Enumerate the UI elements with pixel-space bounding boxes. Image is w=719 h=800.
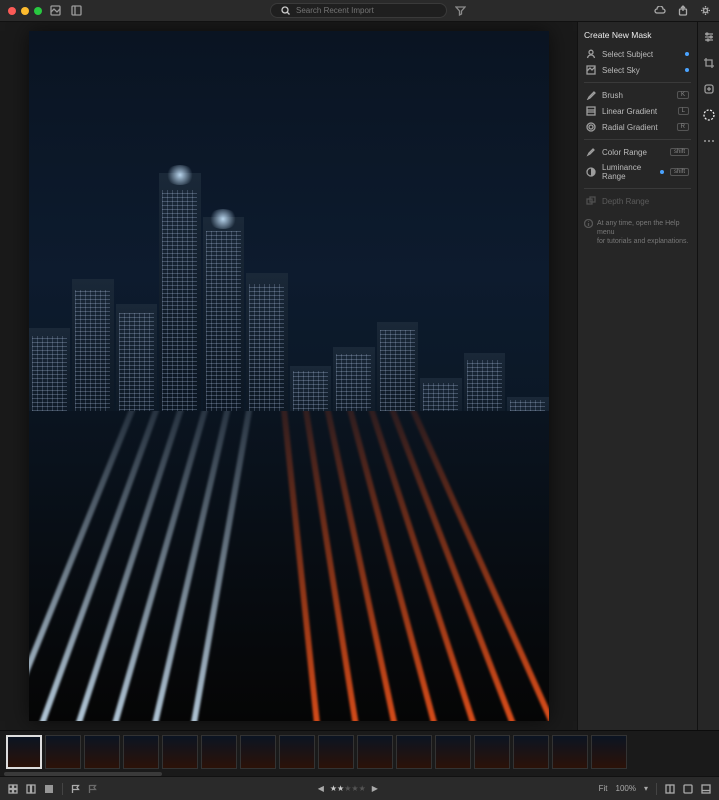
depth-icon xyxy=(586,196,596,206)
search-input[interactable] xyxy=(296,6,436,15)
info-toggle-icon[interactable] xyxy=(683,784,693,794)
shortcut-badge: shift xyxy=(670,168,689,176)
filmstrip-thumb[interactable] xyxy=(318,735,354,769)
compare-view-icon[interactable] xyxy=(26,784,36,794)
mask-tool-radial-gradient[interactable]: Radial Gradient R xyxy=(584,119,691,135)
panel-toggle-icon[interactable] xyxy=(71,5,82,16)
filmstrip-thumb[interactable] xyxy=(279,735,315,769)
filmstrip-thumb[interactable] xyxy=(357,735,393,769)
mask-tool-label: Luminance Range xyxy=(602,163,654,181)
next-icon[interactable]: ▶ xyxy=(372,784,378,793)
mask-tool-label: Linear Gradient xyxy=(602,107,672,116)
search-box[interactable] xyxy=(270,3,447,18)
mask-tool-person[interactable]: Select Subject xyxy=(584,46,691,62)
filmstrip-thumb[interactable] xyxy=(162,735,198,769)
funnel-icon[interactable] xyxy=(455,5,466,16)
shortcut-badge: R xyxy=(677,123,689,131)
filmstrip-thumb[interactable] xyxy=(123,735,159,769)
mask-tool-linear-gradient[interactable]: Linear Gradient L xyxy=(584,103,691,119)
info-icon xyxy=(584,219,593,246)
star-icon[interactable]: ★ xyxy=(351,784,358,793)
filmstrip-toggle-icon[interactable] xyxy=(701,784,711,794)
mask-tool-luminance[interactable]: Luminance Range shift xyxy=(584,160,691,184)
divider xyxy=(656,783,657,795)
filmstrip-thumb[interactable] xyxy=(552,735,588,769)
mask-tool-eyedropper[interactable]: Color Range shift xyxy=(584,144,691,160)
edit-icon[interactable] xyxy=(702,30,716,44)
shortcut-badge: L xyxy=(678,107,689,115)
mask-tool-depth: Depth Range xyxy=(584,193,691,209)
divider xyxy=(62,783,63,795)
prev-icon[interactable]: ◀ xyxy=(318,784,324,793)
original-toggle-icon[interactable] xyxy=(665,784,675,794)
person-icon xyxy=(586,49,596,59)
mask-tool-label: Brush xyxy=(602,91,671,100)
mask-tool-sky[interactable]: Select Sky xyxy=(584,62,691,78)
minimize-window-button[interactable] xyxy=(21,7,29,15)
maximize-window-button[interactable] xyxy=(34,7,42,15)
close-window-button[interactable] xyxy=(8,7,16,15)
filmstrip-thumb[interactable] xyxy=(396,735,432,769)
share-icon[interactable] xyxy=(678,5,688,16)
flag-reject-icon[interactable] xyxy=(88,784,97,794)
hint-line: for tutorials and explanations. xyxy=(597,237,691,246)
star-icon[interactable]: ★ xyxy=(359,784,366,793)
chevron-down-icon[interactable]: ▾ xyxy=(644,784,648,793)
cloud-icon[interactable] xyxy=(654,6,666,16)
photo-preview xyxy=(29,31,549,721)
filmstrip-thumb[interactable] xyxy=(45,735,81,769)
zoom-label[interactable]: 100% xyxy=(616,784,636,793)
star-icon[interactable]: ★ xyxy=(330,784,337,793)
mask-tool-label: Radial Gradient xyxy=(602,123,671,132)
mask-tool-label: Depth Range xyxy=(602,197,689,206)
filmstrip-thumb[interactable] xyxy=(201,735,237,769)
filmstrip-thumb[interactable] xyxy=(6,735,42,769)
shortcut-badge: K xyxy=(677,91,689,99)
fit-label[interactable]: Fit xyxy=(599,784,608,793)
filmstrip-thumb[interactable] xyxy=(84,735,120,769)
filmstrip-thumb[interactable] xyxy=(474,735,510,769)
brush-icon xyxy=(586,90,596,100)
window-controls xyxy=(8,7,42,15)
canvas-area[interactable] xyxy=(0,22,577,730)
star-rating[interactable]: ★★★★★ xyxy=(330,784,366,793)
search-icon xyxy=(281,6,290,15)
mask-tool-label: Select Subject xyxy=(602,50,679,59)
right-toolstrip xyxy=(697,22,719,730)
mask-tool-brush[interactable]: Brush K xyxy=(584,87,691,103)
detail-view-icon[interactable] xyxy=(44,784,54,794)
mask-icon[interactable] xyxy=(702,108,716,122)
flag-pick-icon[interactable] xyxy=(71,784,80,794)
grid-view-icon[interactable] xyxy=(8,784,18,794)
photos-view-icon[interactable] xyxy=(50,5,61,16)
more-icon[interactable] xyxy=(702,134,716,148)
filmstrip-thumb[interactable] xyxy=(435,735,471,769)
mask-panel: Create New Mask Select Subject Select Sky… xyxy=(577,22,697,730)
luminance-icon xyxy=(586,167,596,177)
bottombar: ◀ ★★★★★ ▶ Fit 100% ▾ xyxy=(0,776,719,800)
filmstrip-thumb[interactable] xyxy=(591,735,627,769)
shortcut-badge: shift xyxy=(670,148,689,156)
new-dot-icon xyxy=(660,170,664,174)
mask-tool-label: Color Range xyxy=(602,148,664,157)
filmstrip-thumb[interactable] xyxy=(240,735,276,769)
filmstrip[interactable] xyxy=(0,730,719,772)
radial-gradient-icon xyxy=(586,122,596,132)
mask-panel-title: Create New Mask xyxy=(584,30,691,40)
linear-gradient-icon xyxy=(586,106,596,116)
topbar xyxy=(0,0,719,22)
sky-icon xyxy=(586,65,596,75)
gear-icon[interactable] xyxy=(700,5,711,16)
help-hint: At any time, open the Help menu for tuto… xyxy=(584,219,691,246)
heal-icon[interactable] xyxy=(702,82,716,96)
hint-line: At any time, open the Help menu xyxy=(597,219,691,237)
crop-icon[interactable] xyxy=(702,56,716,70)
new-dot-icon xyxy=(685,68,689,72)
new-dot-icon xyxy=(685,52,689,56)
mask-tool-label: Select Sky xyxy=(602,66,679,75)
eyedropper-icon xyxy=(586,147,596,157)
filmstrip-thumb[interactable] xyxy=(513,735,549,769)
